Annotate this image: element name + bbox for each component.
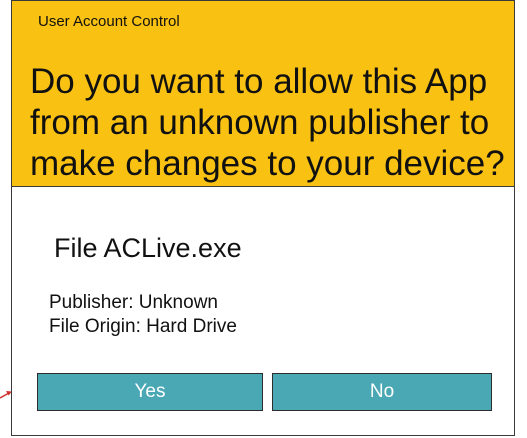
file-origin-info: File Origin: Hard Drive	[49, 316, 237, 337]
no-button[interactable]: No	[272, 373, 492, 411]
file-name: File ACLive.exe	[54, 233, 242, 263]
publisher-info: Publisher: Unknown	[49, 292, 218, 313]
warning-banner: User Account Control Do you want to allo…	[12, 1, 514, 187]
permission-question: Do you want to allow this App from an un…	[30, 62, 505, 183]
uac-dialog: User Account Control Do you want to allo…	[11, 0, 515, 436]
yes-button[interactable]: Yes	[37, 373, 263, 411]
dialog-title: User Account Control	[38, 13, 180, 30]
